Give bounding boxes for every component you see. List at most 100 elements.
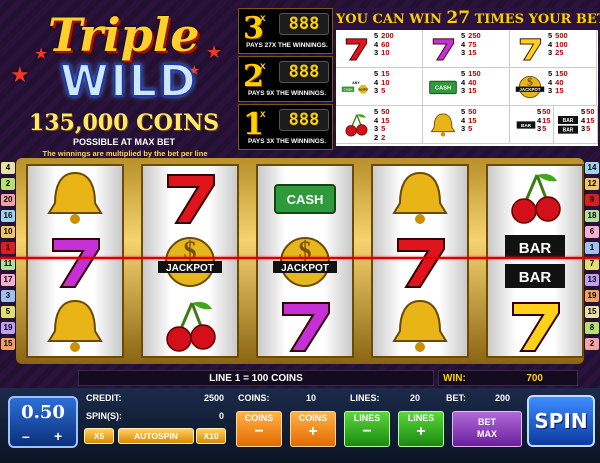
payline-indicator-right[interactable]: 18 — [585, 210, 599, 222]
payline-indicator-right[interactable]: 14 — [585, 162, 599, 174]
spins-value: 0 — [218, 411, 224, 421]
lines-plus-label: LINES — [407, 413, 435, 423]
paytable-counts: 543 — [548, 31, 553, 57]
paytable-entry-seven-yellow: 5 4 3 500 100 25 — [510, 30, 597, 68]
svg-text:CASH: CASH — [435, 86, 451, 92]
star-icon: ★ — [10, 62, 30, 87]
wild-888-symbol: 888 — [279, 13, 329, 35]
multiplier-pays: PAYS 3X THE WINNINGS. — [247, 138, 327, 145]
multiplier-3x: 3 x 888 PAYS 27X THE WINNINGS. — [238, 8, 333, 54]
max-coins: 135,000 COINS — [28, 110, 220, 136]
paytable-counts: 5432 — [374, 107, 379, 142]
payline-indicator-right[interactable]: 9 — [585, 194, 599, 206]
paytable-entry-bar-bar: BAR BAR 5 4 3 50 15 5 — [554, 106, 598, 144]
multiplier-2x: 2 x 888 PAYS 9X THE WINNINGS. — [238, 56, 333, 102]
bar-bar-icon: BAR BAR — [556, 109, 580, 141]
bet-label: BET: — [446, 393, 466, 403]
svg-text:CASH: CASH — [287, 192, 324, 207]
bet-selector[interactable]: 0.50 – + — [8, 396, 78, 448]
coins-label: COINS: — [238, 393, 270, 403]
seven-red-icon — [340, 33, 372, 65]
win-display: WIN: 700 — [438, 370, 578, 386]
payline-indicator-right[interactable]: 8 — [585, 322, 599, 334]
autospin-button[interactable]: AUTOSPIN — [118, 428, 194, 444]
x5-button[interactable]: X5 — [84, 428, 114, 444]
payline-indicator-left[interactable]: 20 — [1, 194, 15, 206]
paytable-payouts: 200 60 10 — [381, 31, 394, 57]
win-value: 700 — [526, 373, 543, 384]
multiplier-1x: 1 x 888 PAYS 3X THE WINNINGS. — [238, 104, 333, 150]
multiplier-x: x — [260, 61, 266, 72]
payline-indicator-left[interactable]: 15 — [1, 338, 15, 350]
game-logo: ★ ★ ★ ★ Triple WILD 135,000 COINS POSSIB… — [8, 6, 230, 158]
coins-minus-button[interactable]: COINS − — [236, 411, 282, 447]
spin-button[interactable]: SPIN — [527, 395, 595, 447]
minus-icon: − — [254, 423, 264, 440]
svg-text:BAR: BAR — [519, 269, 552, 286]
payline-indicator-right[interactable]: 1 — [585, 242, 599, 254]
payline-indicator-left[interactable]: 4 — [1, 162, 15, 174]
payline-indicator-left[interactable]: 16 — [1, 210, 15, 222]
title-post: TIMES YOUR BET — [474, 12, 600, 27]
jackpot-symbol: $ JACKPOT — [258, 230, 352, 294]
bet-total-value: 200 — [494, 393, 510, 403]
payline-indicator-left[interactable]: 5 — [1, 306, 15, 318]
coins-plus-label: COINS — [298, 413, 328, 423]
payline-indicator-left[interactable]: 10 — [1, 226, 15, 238]
bell-symbol — [373, 294, 467, 358]
bell-symbol — [28, 294, 122, 358]
paytable-counts: 543 — [461, 69, 466, 95]
svg-text:BAR: BAR — [563, 118, 574, 124]
payline-indicator-left[interactable]: 19 — [1, 322, 15, 334]
svg-text:CASH: CASH — [344, 88, 354, 92]
paytable-entry-cherry: 5 4 3 2 50 15 5 2 — [336, 106, 423, 144]
logo-triple: Triple — [48, 8, 200, 62]
paytable-counts: 543 — [461, 31, 466, 57]
coins-minus-label: COINS — [244, 413, 274, 423]
minus-icon: − — [362, 423, 372, 440]
seven-red-symbol — [373, 230, 467, 294]
payline-indicator-right[interactable]: 13 — [585, 274, 599, 286]
payline-indicator-left[interactable]: 17 — [1, 274, 15, 286]
wild-888-symbol: 888 — [279, 109, 329, 131]
paytable-payouts: 500 100 25 — [555, 31, 568, 57]
winning-payline — [0, 257, 600, 259]
title-number: 27 — [446, 8, 471, 28]
payline-indicator-right[interactable]: 12 — [585, 178, 599, 190]
payline-indicator-left[interactable]: 1 — [1, 242, 15, 254]
bar-bar-symbol: BAR BAR — [488, 230, 582, 294]
svg-text:BAR: BAR — [521, 123, 532, 128]
game-stage: ★ ★ ★ ★ Triple WILD 135,000 COINS POSSIB… — [0, 0, 600, 463]
paytable-counts: 543 — [374, 69, 379, 95]
credit-label: CREDIT: — [86, 393, 122, 403]
bet-max-button[interactable]: BET MAX — [452, 411, 522, 447]
payline-indicator-right[interactable]: 2 — [585, 338, 599, 350]
payline-indicator-right[interactable]: 15 — [585, 306, 599, 318]
bell-symbol — [373, 166, 467, 230]
paytable-payouts: 15 10 5 — [381, 69, 390, 95]
x10-button[interactable]: X10 — [196, 428, 226, 444]
lines-minus-button[interactable]: LINES − — [344, 411, 390, 447]
payline-indicator-right[interactable]: 6 — [585, 226, 599, 238]
bet-max-label-1: BET — [478, 417, 496, 427]
payline-indicator-left[interactable]: 2 — [1, 178, 15, 190]
paytable-counts: 543 — [548, 69, 553, 95]
multiplier-x: x — [260, 109, 266, 120]
paytable-counts: 543 — [537, 107, 542, 133]
payline-indicator-right[interactable]: 19 — [585, 290, 599, 302]
paytable-payouts: 50 15 5 — [468, 107, 477, 133]
bet-decrease-button[interactable]: – — [22, 428, 30, 444]
coins-plus-button[interactable]: COINS + — [290, 411, 336, 447]
reel-1 — [26, 164, 124, 358]
paytable-entry-cash: CASH 5 4 3 150 40 15 — [423, 68, 510, 106]
payline-indicator-right[interactable]: 7 — [585, 258, 599, 270]
svg-text:ANY: ANY — [352, 81, 360, 85]
seven-purple-icon — [427, 33, 459, 65]
payline-indicator-left[interactable]: 11 — [1, 258, 15, 270]
bet-increase-button[interactable]: + — [54, 428, 62, 444]
svg-text:$: $ — [299, 236, 312, 265]
multiplier-x: x — [260, 13, 266, 24]
payline-indicator-left[interactable]: 3 — [1, 290, 15, 302]
lines-plus-button[interactable]: LINES + — [398, 411, 444, 447]
cherry-symbol — [488, 166, 582, 230]
